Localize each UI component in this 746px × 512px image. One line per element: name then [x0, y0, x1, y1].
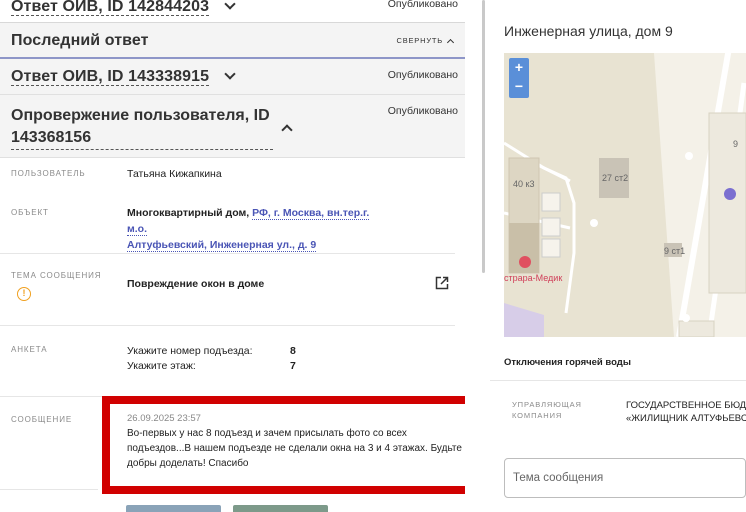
- photo-thumbnail[interactable]: [233, 505, 328, 512]
- topic-row: ТЕМА СООБЩЕНИЯ ! Повреждение окон в доме: [0, 254, 465, 324]
- last-answer-header: Последний ответ СВЕРНУТЬ: [0, 23, 465, 57]
- status-label: Опубликовано: [387, 0, 458, 10]
- status-label: Опубликовано: [387, 69, 458, 81]
- field-label: СООБЩЕНИЕ: [11, 415, 73, 424]
- questionnaire-row: АНКЕТА Укажите номер подъезда: 8 Укажите…: [0, 326, 465, 396]
- map-view[interactable]: + − 9 40 к3 27 ст2 9 ст1 страра-Медик: [504, 53, 746, 337]
- field-label: ТЕМА СООБЩЕНИЯ: [11, 271, 102, 280]
- warning-icon: !: [17, 287, 31, 301]
- subject-input[interactable]: Тема сообщения: [504, 458, 746, 498]
- chevron-down-icon: [223, 68, 236, 80]
- message-highlight-box: 26.09.2025 23:57 Во-первых у нас 8 подъе…: [102, 396, 465, 494]
- label-line: КОМПАНИЯ: [512, 411, 563, 420]
- message-line: подъездов...В нашем подъезде не сделали …: [127, 443, 462, 454]
- question: Укажите этаж:: [127, 360, 196, 372]
- app-root: Ответ ОИВ, ID 142844203 Опубликовано Пос…: [0, 0, 746, 512]
- collapse-button[interactable]: СВЕРНУТЬ: [396, 36, 443, 45]
- field-label: ОБЪЕКТ: [11, 208, 49, 217]
- answer-accordion-1[interactable]: Ответ ОИВ, ID 142844203 Опубликовано: [0, 0, 465, 22]
- subject-placeholder: Тема сообщения: [513, 472, 604, 484]
- object-row: ОБЪЕКТ Многоквартирный дом, РФ, г. Москв…: [0, 192, 465, 252]
- address-title: Инженерная улица, дом 9: [504, 23, 673, 39]
- object-address-link[interactable]: Алтуфьевский, Инженерная ул., д. 9: [127, 239, 317, 252]
- chevron-up-icon[interactable]: [446, 38, 455, 47]
- field-label: АНКЕТА: [11, 345, 48, 354]
- rebuttal-title-line2: 143368156: [11, 127, 273, 150]
- object-type: Многоквартирный дом,: [127, 207, 250, 219]
- topic-value: Повреждение окон в доме: [127, 278, 265, 290]
- rebuttal-title-line1: Опровержение пользователя, ID: [11, 107, 270, 124]
- message-text: Во-первых у нас 8 подъезд и зачем присыл…: [127, 426, 465, 471]
- answer-accordion-2[interactable]: Ответ ОИВ, ID 143338915 Опубликовано: [0, 59, 465, 95]
- answer-title: Ответ ОИВ, ID 142844203: [11, 0, 210, 16]
- zoom-out-button[interactable]: −: [509, 77, 529, 97]
- message-date: 26.09.2025 23:57: [127, 413, 201, 424]
- company-line: ГОСУДАРСТВЕННОЕ БЮДЖ: [626, 400, 746, 411]
- user-row: ПОЛЬЗОВАТЕЛЬ Татьяна Кижапкина: [0, 158, 465, 192]
- map-poi-label: страра-Медик: [504, 273, 563, 283]
- field-label: ПОЛЬЗОВАТЕЛЬ: [11, 169, 86, 178]
- message-line: Во-первых у нас 8 подъезд и зачем присыл…: [127, 428, 407, 439]
- company-line: «ЖИЛИЩНИК АЛТУФЬЕВС: [626, 413, 746, 424]
- divider: [0, 489, 98, 490]
- divider: [490, 380, 746, 381]
- open-external-icon[interactable]: [435, 276, 449, 290]
- question: Укажите номер подъезда:: [127, 345, 253, 357]
- rebuttal-accordion[interactable]: Опровержение пользователя, ID 143368156 …: [0, 95, 465, 157]
- answer: 8: [290, 345, 296, 357]
- appeal-history-panel: Ответ ОИВ, ID 142844203 Опубликовано Пос…: [0, 0, 465, 512]
- map-label: 27 ст2: [602, 173, 629, 183]
- map-label: 40 к3: [513, 179, 535, 189]
- field-label: УПРАВЛЯЮЩАЯ КОМПАНИЯ: [512, 399, 582, 421]
- zoom-in-button[interactable]: +: [509, 58, 529, 78]
- object-info-panel: Инженерная улица, дом 9 + − 9 40 к3 27 с…: [490, 0, 746, 512]
- map-canvas: [504, 53, 746, 337]
- answer-title: Ответ ОИВ, ID 143338915: [11, 68, 210, 86]
- scrollbar[interactable]: [482, 0, 485, 273]
- section-title: Последний ответ: [11, 32, 149, 49]
- map-label: 9: [733, 139, 739, 149]
- company-name: ГОСУДАРСТВЕННОЕ БЮДЖ «ЖИЛИЩНИК АЛТУФЬЕВС: [626, 399, 746, 425]
- label-line: УПРАВЛЯЮЩАЯ: [512, 400, 582, 409]
- answer: 7: [290, 360, 296, 372]
- outage-title: Отключения горячей воды: [504, 357, 631, 368]
- photo-thumbnail[interactable]: [126, 505, 221, 512]
- user-name: Татьяна Кижапкина: [127, 168, 222, 180]
- chevron-down-icon: [223, 0, 236, 10]
- message-line: добры доделать! Спасибо: [127, 458, 249, 469]
- chevron-up-icon: [281, 124, 293, 136]
- status-label: Опубликовано: [387, 105, 458, 117]
- map-label: 9 ст1: [664, 246, 686, 256]
